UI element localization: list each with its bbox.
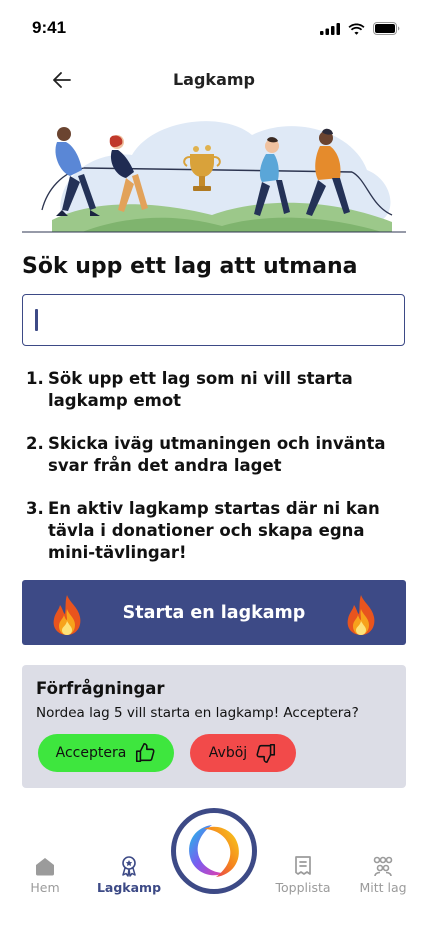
medal-icon [122, 856, 136, 877]
tab-label: Lagkamp [96, 880, 162, 895]
center-logo-button[interactable] [171, 808, 257, 894]
step-text: En aktiv lagkamp startas där ni kan tävl… [48, 499, 380, 562]
step-text: Skicka iväg utmaningen och invänta svar … [48, 434, 386, 475]
decline-label: Avböj [208, 745, 248, 761]
team-search-input[interactable] [23, 295, 404, 345]
instruction-step: 2. Skicka iväg utmaningen och invänta sv… [26, 433, 406, 477]
tab-mitt-lag[interactable]: Mitt lag [343, 854, 423, 895]
requests-title: Förfrågningar [36, 679, 165, 698]
decline-button[interactable]: Avböj [190, 734, 296, 772]
tab-label: Hem [30, 880, 60, 895]
tab-label: Mitt lag [359, 880, 407, 895]
tab-label: Topplista [275, 880, 331, 895]
requests-panel: Förfrågningar Nordea lag 5 vill starta e… [22, 665, 406, 788]
page-title: Lagkamp [172, 70, 255, 89]
tab-home[interactable]: Hem [5, 854, 85, 895]
status-time: 9:41 [32, 18, 67, 37]
instruction-step: 1. Sök upp ett lag som ni vill starta la… [26, 368, 406, 412]
step-number: 1. [26, 369, 44, 388]
tug-of-war-illustration [22, 121, 406, 233]
step-number: 2. [26, 434, 44, 453]
request-message: Nordea lag 5 vill starta en lagkamp! Acc… [36, 705, 359, 721]
receipt-icon [295, 856, 311, 875]
team-icon [373, 856, 393, 877]
status-bar: 9:41 [0, 0, 428, 56]
header: Lagkamp [0, 56, 428, 104]
fire-icon [53, 595, 81, 635]
thumbs-down-icon [256, 743, 276, 763]
status-icons [320, 22, 400, 35]
fire-icon [347, 595, 375, 635]
wifi-icon [348, 23, 365, 35]
team-search-field[interactable] [22, 294, 405, 346]
accept-button[interactable]: Acceptera [38, 734, 174, 772]
thumbs-up-icon [136, 743, 155, 763]
section-heading: Sök upp ett lag att utmana [22, 254, 358, 279]
accept-label: Acceptera [55, 745, 127, 761]
instruction-steps: 1. Sök upp ett lag som ni vill starta la… [26, 368, 406, 585]
cellular-signal-icon [320, 22, 340, 35]
battery-icon [373, 22, 400, 35]
tab-lagkamp[interactable]: Lagkamp [89, 854, 169, 895]
tab-topplista[interactable]: Topplista [263, 854, 343, 895]
text-caret [35, 309, 38, 331]
step-number: 3. [26, 499, 44, 518]
instruction-step: 3. En aktiv lagkamp startas där ni kan t… [26, 498, 406, 564]
start-team-battle-button[interactable]: Starta en lagkamp [22, 580, 406, 645]
app-logo-icon [189, 825, 239, 877]
step-text: Sök upp ett lag som ni vill starta lagka… [48, 369, 353, 410]
home-icon [36, 858, 54, 876]
start-team-battle-label: Starta en lagkamp [122, 602, 306, 623]
